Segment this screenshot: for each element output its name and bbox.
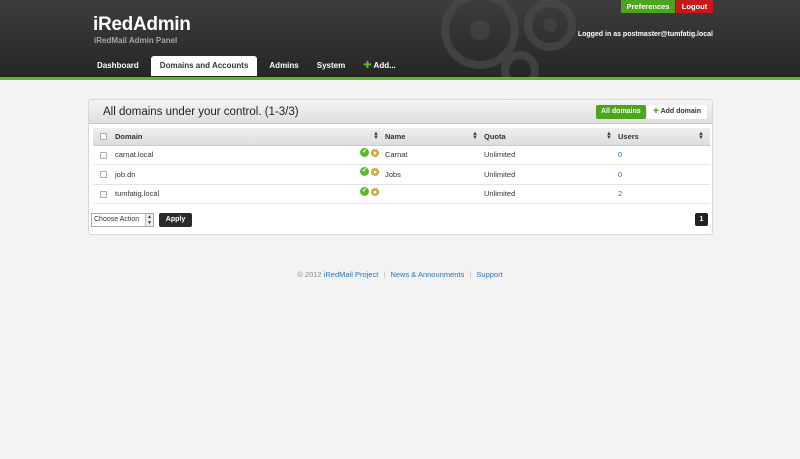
select-all-checkbox[interactable] (100, 133, 107, 141)
select-all-cell (93, 128, 115, 146)
column-name-label: Name (385, 131, 406, 141)
row-checkbox[interactable] (100, 190, 107, 198)
logged-in-status: Logged in as postmaster@tumfatig.local (577, 31, 713, 38)
footer-separator: | (469, 270, 472, 279)
footer-copyright: © 2012 (297, 270, 322, 279)
name-cell (385, 184, 484, 204)
nav-domains-and-accounts[interactable]: Domains and Accounts (150, 56, 258, 76)
select-arrows-icon: ▲ ▼ (145, 214, 153, 226)
domain-cell: tumfatig.local ✔ (115, 184, 385, 204)
column-domain-label: Domain (115, 131, 143, 141)
column-quota-label: Quota (484, 131, 506, 141)
column-name[interactable]: Name ▲ ▼ (385, 128, 484, 146)
column-users[interactable]: Users ▲ ▼ (618, 128, 710, 146)
nav-system[interactable]: System (308, 56, 354, 76)
users-link[interactable]: 0 (618, 164, 710, 185)
domain-link[interactable]: job.dn (115, 170, 135, 179)
nav-dashboard[interactable]: Dashboard (88, 56, 148, 76)
table-row: tumfatig.local ✔ Unlimited 2 (93, 184, 710, 204)
users-link[interactable]: 2 (618, 184, 710, 204)
nav-add[interactable]: ✚ Add... (354, 56, 405, 76)
footer: © 2012 iRedMail Project | News & Announm… (0, 270, 800, 279)
tab-all-domains[interactable]: All domains (596, 105, 646, 119)
app-title[interactable]: iRedAdmin (93, 14, 191, 36)
nav-add-label: Add... (373, 61, 396, 70)
main-nav: Dashboard Domains and Accounts Admins Sy… (88, 56, 405, 76)
header: iRedAdmin iRedMail Admin Panel Preferenc… (0, 0, 800, 80)
table-row: job.dn ✔ Jobs Unlimited 0 (93, 164, 710, 185)
row-select-cell (93, 164, 115, 185)
domain-link[interactable]: carnat.local (115, 150, 153, 159)
sort-icon: ▲ ▼ (606, 131, 612, 141)
bulk-actions: Choose Action ▲ ▼ Apply (91, 213, 192, 227)
name-cell: Jobs (385, 164, 484, 185)
sort-icon: ▲ ▼ (472, 131, 478, 141)
name-cell: Carnat (385, 145, 484, 165)
page-number-button[interactable]: 1 (695, 213, 708, 226)
app-subtitle: iRedMail Admin Panel (94, 36, 178, 45)
plus-icon: ✚ (653, 108, 659, 115)
preferences-button[interactable]: Preferences (621, 0, 675, 13)
choose-action-value: Choose Action (94, 216, 140, 223)
quota-cell: Unlimited (484, 145, 618, 165)
footer-project-link[interactable]: iRedMail Project (324, 270, 379, 279)
tab-add-label: Add domain (660, 108, 702, 115)
check-icon: ✔ (360, 147, 369, 157)
domain-cell: carnat.local ✔ (115, 145, 385, 165)
column-quota[interactable]: Quota ▲ ▼ (484, 128, 618, 146)
gear-icon[interactable] (370, 167, 380, 177)
row-checkbox[interactable] (100, 151, 107, 159)
gear-icon[interactable] (370, 187, 380, 197)
domains-table: Domain ▲ ▼ Name ▲ ▼ Quota ▲ ▼ Users ▲ ▼ carnat.l… (93, 128, 710, 204)
domain-link[interactable]: tumfatig.local (115, 189, 159, 198)
gears-decoration-icon (441, 0, 576, 77)
column-domain[interactable]: Domain ▲ ▼ (115, 128, 385, 146)
row-select-cell (93, 184, 115, 204)
table-row: carnat.local ✔ Carnat Unlimited 0 (93, 145, 710, 165)
plus-icon: ✚ (363, 60, 372, 71)
choose-action-select[interactable]: Choose Action ▲ ▼ (91, 213, 154, 227)
logout-button[interactable]: Logout (676, 0, 713, 13)
check-icon: ✔ (360, 186, 369, 196)
sort-icon: ▲ ▼ (698, 131, 704, 141)
table-header-row: Domain ▲ ▼ Name ▲ ▼ Quota ▲ ▼ Users ▲ ▼ (93, 128, 710, 146)
quota-cell: Unlimited (484, 164, 618, 185)
row-checkbox[interactable] (100, 171, 107, 179)
footer-support-link[interactable]: Support (476, 270, 502, 279)
footer-separator: | (383, 270, 386, 279)
sort-icon: ▲ ▼ (373, 131, 379, 141)
panel-title: All domains under your control. (1-3/3) (103, 106, 299, 118)
check-icon: ✔ (360, 167, 369, 176)
domain-cell: job.dn ✔ (115, 164, 385, 185)
panel-header: All domains under your control. (1-3/3) … (89, 100, 712, 124)
apply-button[interactable]: Apply (159, 213, 192, 227)
users-link[interactable]: 0 (618, 145, 710, 165)
column-users-label: Users (618, 131, 639, 141)
tab-add-domain[interactable]: ✚ Add domain (647, 105, 708, 119)
footer-news-link[interactable]: News & Announments (390, 270, 464, 279)
nav-admins[interactable]: Admins (260, 56, 307, 76)
domains-panel: All domains under your control. (1-3/3) … (88, 99, 713, 235)
row-select-cell (93, 145, 115, 165)
quota-cell: Unlimited (484, 184, 618, 204)
gear-icon[interactable] (370, 148, 380, 158)
